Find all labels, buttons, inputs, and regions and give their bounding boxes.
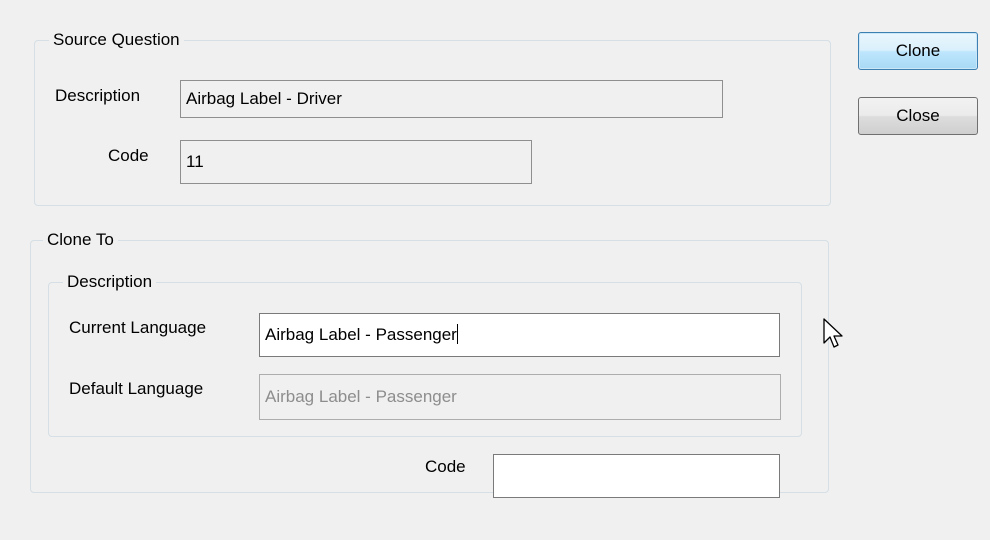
clone-button[interactable]: Clone [858, 32, 978, 70]
clone-code-label: Code [425, 457, 466, 476]
source-question-legend: Source Question [49, 30, 184, 50]
source-description-label: Description [55, 86, 141, 105]
default-language-label: Default Language [69, 379, 204, 398]
text-caret [456, 324, 458, 344]
current-language-label: Current Language [69, 318, 207, 337]
mouse-pointer-icon [823, 318, 843, 348]
source-code-field[interactable] [180, 140, 532, 184]
clone-code-input[interactable] [493, 454, 780, 498]
clone-to-legend: Clone To [43, 230, 118, 250]
source-code-label: Code [108, 146, 149, 165]
current-language-value: Airbag Label - Passenger [265, 325, 457, 344]
current-language-input[interactable]: Airbag Label - Passenger [259, 313, 780, 357]
close-button[interactable]: Close [858, 97, 978, 135]
default-language-field [259, 374, 781, 420]
source-description-field[interactable] [180, 80, 723, 118]
clone-description-legend: Description [63, 272, 157, 292]
